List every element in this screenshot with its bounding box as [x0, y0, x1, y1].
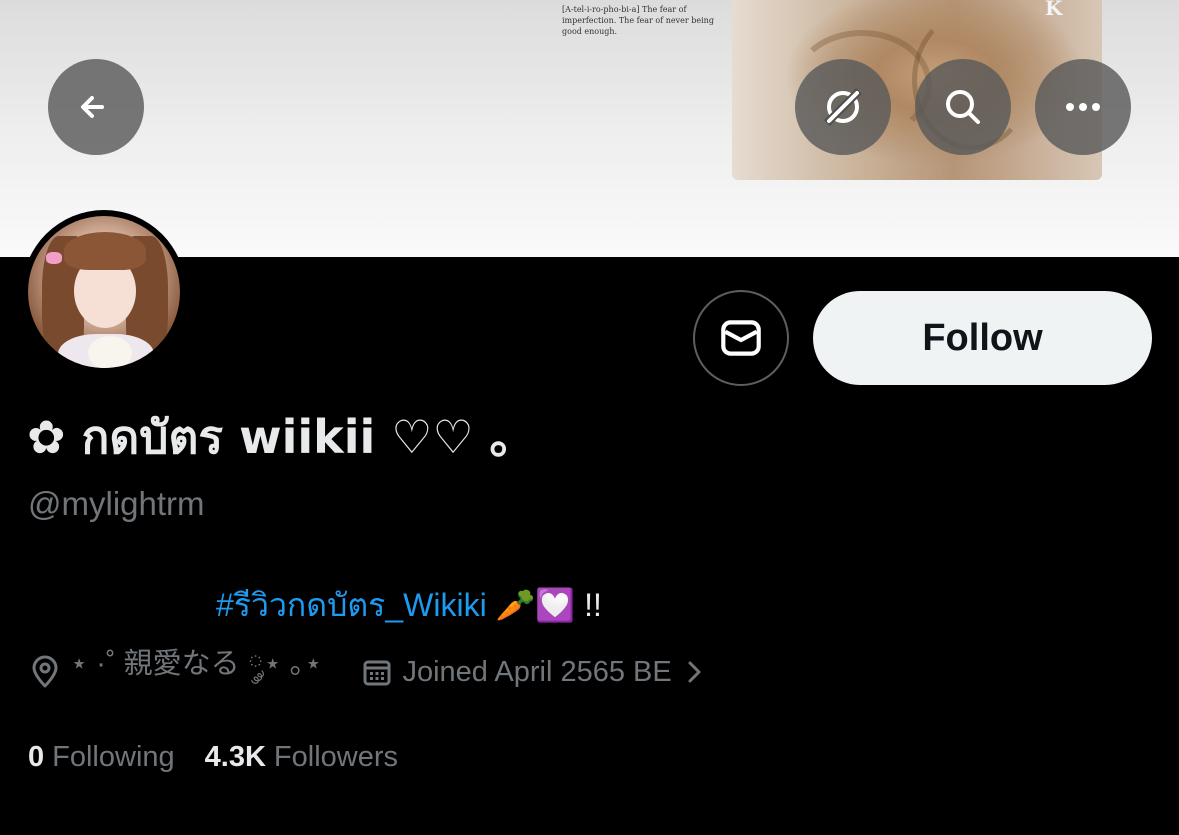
following-link[interactable]: 0 Following	[28, 741, 175, 774]
calendar-icon	[363, 660, 391, 686]
followers-label: Followers	[273, 740, 398, 773]
followers-count: 4.3K	[204, 740, 266, 773]
chevron-right-icon[interactable]	[684, 659, 704, 685]
more-dots-icon	[1066, 103, 1100, 111]
avatar-image	[28, 216, 180, 368]
search-button[interactable]	[915, 59, 1011, 155]
message-button[interactable]	[693, 290, 789, 386]
profile-meta: ⋆ ·˚ 親愛なる ༘⋆ ｡⋆ Joined April 2565 BE	[30, 648, 704, 694]
joined-date: Joined April 2565 BE	[402, 655, 672, 688]
following-label: Following	[52, 740, 175, 773]
avatar[interactable]	[22, 210, 186, 374]
grok-button[interactable]	[795, 59, 891, 155]
location-pin-icon	[32, 655, 58, 688]
banner-mark: K	[1045, 0, 1063, 20]
location-text: ⋆ ·˚ 親愛なる ༘⋆ ｡⋆	[70, 648, 323, 680]
follow-button[interactable]: Follow	[813, 291, 1152, 385]
followers-link[interactable]: 4.3K Followers	[205, 741, 398, 774]
profile-page: [A-tel-i-ro-pho-bi-a] The fear of imperf…	[0, 0, 1179, 835]
search-icon	[946, 90, 980, 124]
following-count: 0	[28, 740, 45, 773]
back-button[interactable]	[48, 59, 144, 155]
bio-text: 🥕💟 !!	[486, 587, 602, 623]
follow-stats: 0 Following 4.3K Followers	[28, 735, 398, 779]
grok-icon	[824, 88, 862, 126]
bio: #รีวิวกดบัตร_Wikiki 🥕💟 !!	[216, 583, 602, 627]
banner-caption: [A-tel-i-ro-pho-bi-a] The fear of imperf…	[562, 5, 714, 36]
user-handle: @mylightrm	[28, 485, 205, 522]
envelope-icon	[721, 320, 761, 356]
bio-hashtag[interactable]: #รีวิวกดบัตร_Wikiki	[216, 587, 487, 623]
arrow-left-icon	[81, 96, 104, 118]
more-button[interactable]	[1035, 59, 1131, 155]
display-name: ✿ กดบัตร wiikii ♡♡ ｡	[27, 410, 513, 464]
